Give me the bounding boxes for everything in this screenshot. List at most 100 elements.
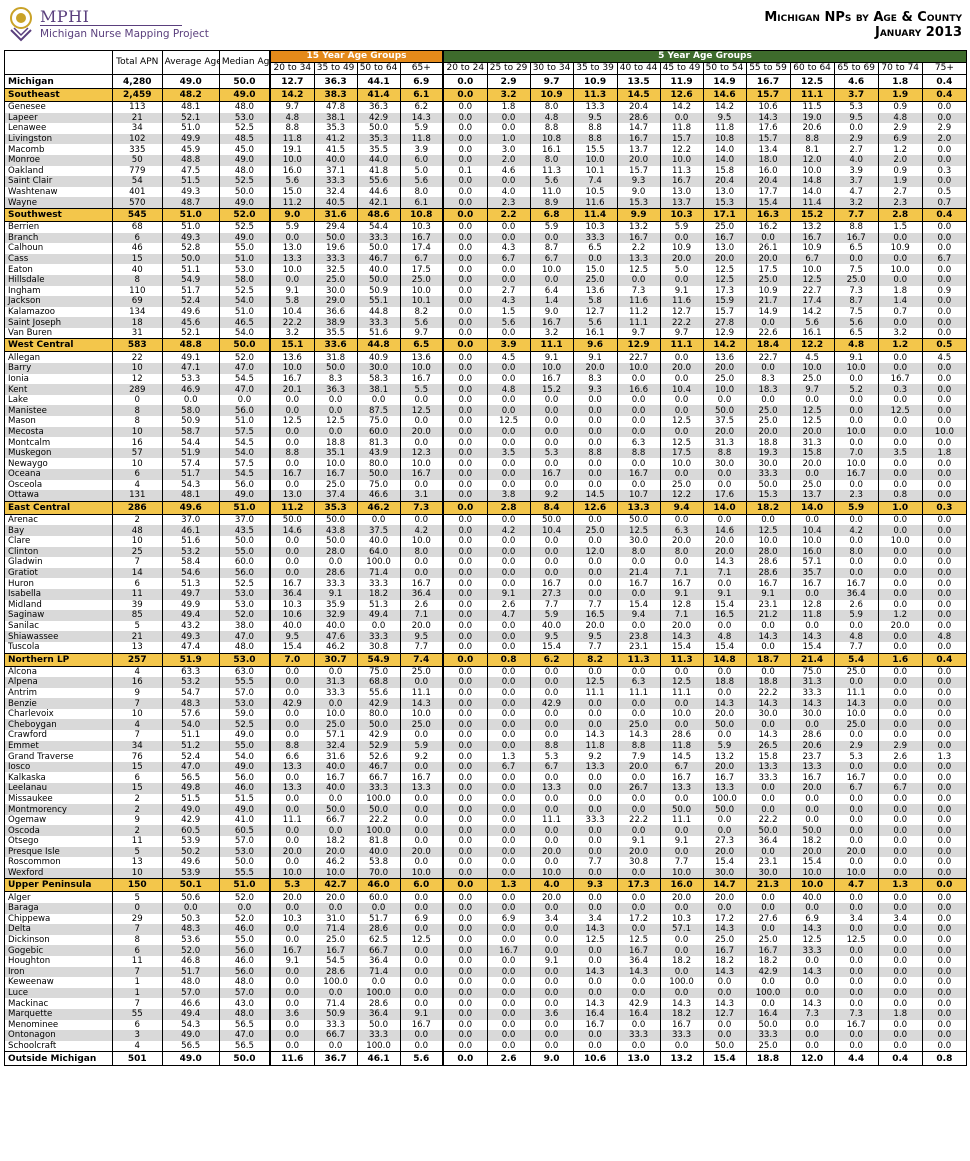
cell-value: 10.0	[313, 458, 358, 469]
cell-value: 0.0	[529, 687, 574, 699]
cell-value: 50.0	[356, 274, 401, 286]
cell-value: 16.7	[833, 469, 879, 480]
cell-value: 0.0	[529, 793, 574, 805]
cell-value: 4.8	[833, 338, 879, 353]
cell-value: 9.7	[616, 327, 661, 339]
cell-value: 18.3	[745, 384, 791, 395]
cell-value: 40.0	[313, 783, 358, 794]
cell-value: 53.6	[161, 934, 220, 946]
cell-value: 31.3	[789, 437, 835, 448]
county-row: Midland 39 49.9 53.0 10.3 35.9 51.3 2.6 0.0 2.6 7.…	[4, 599, 967, 611]
cell-value: 11.2	[269, 197, 315, 209]
cell-value: 9.3	[572, 384, 618, 395]
cell-value: 100.0	[356, 825, 401, 836]
cell-value: 10	[111, 458, 163, 469]
cell-value: 8.8	[269, 447, 315, 459]
cell-value: 0.0	[442, 867, 488, 879]
cell-value: 15.4	[745, 197, 791, 209]
cell-value: 22.2	[745, 814, 791, 826]
cell-value: 0.0	[616, 458, 661, 469]
county-row: Dickinson 8 53.6 55.0 0.0 25.0 62.5 12.5 0.0 0.0 0…	[4, 934, 967, 946]
cell-value: 40.9	[356, 351, 401, 364]
cell-value: 2.6	[833, 599, 879, 611]
cell-value: 0.0	[921, 373, 967, 385]
cell-value: 0.0	[529, 719, 574, 731]
cell-value: 14.0	[789, 186, 835, 198]
cell-value: 9.2	[399, 751, 444, 762]
cell-value: 0.0	[833, 804, 879, 815]
cell-value: 50.0	[529, 514, 574, 526]
cell-value: 0.7	[877, 306, 923, 318]
cell-value: 42.9	[356, 730, 401, 741]
cell-value: 0.0	[921, 144, 967, 155]
cell-value: 0.0	[659, 902, 704, 914]
cell-value: 0.0	[877, 1030, 923, 1041]
cell-value: 0.0	[877, 567, 923, 579]
cell-value: 33.3	[313, 253, 358, 265]
cell-value: 0.0	[442, 599, 488, 611]
cell-value: 35.3	[313, 500, 358, 515]
cell-value: 54.5	[218, 469, 271, 480]
cell-value: 25.0	[702, 373, 746, 385]
cell-value: 12.5	[572, 934, 618, 946]
county-row: Van Buren 31 52.1 54.0 3.2 35.5 51.6 9.7 0.0 0.0 3…	[4, 327, 967, 339]
cell-value: 0.0	[529, 987, 574, 999]
cell-value: 28.6	[745, 567, 791, 579]
cell-value: 0.0	[921, 857, 967, 868]
cell-value: 11.8	[659, 740, 704, 752]
cell-value: 16.7	[833, 232, 879, 244]
cell-value: 10.0	[833, 867, 879, 879]
cell-value: 7.7	[833, 641, 879, 653]
cell-value: 53.0	[218, 112, 271, 124]
cell-value: 0.0	[269, 998, 315, 1009]
cell-value: 17.3	[702, 285, 746, 297]
header-5yr-band: 40 to 44	[616, 62, 661, 75]
cell-value: 0.0	[313, 666, 358, 678]
cell-value: 4	[111, 479, 163, 491]
cell-value: 16.4	[745, 1008, 791, 1020]
cell-value: 26.7	[616, 783, 661, 794]
cell-value: 0.0	[442, 101, 488, 113]
cell-value: 51.5	[161, 176, 220, 187]
cell-value: 55.0	[218, 546, 271, 558]
cell-value: 0.0	[442, 966, 488, 978]
cell-value: 0.0	[356, 620, 401, 632]
cell-value: 16.7	[702, 232, 746, 244]
cell-value: 13	[111, 641, 163, 653]
cell-value: 1.8	[877, 1008, 923, 1020]
row-label: Huron	[4, 578, 113, 589]
cell-value: 0.0	[529, 977, 574, 988]
cell-value: 53.0	[218, 652, 271, 667]
cell-value: 47.4	[161, 641, 220, 653]
cell-value: 14.5	[659, 751, 704, 762]
cell-value: 51.0	[218, 878, 271, 893]
cell-value: 21	[111, 631, 163, 642]
cell-value: 0.0	[442, 677, 488, 688]
cell-value: 6.7	[921, 253, 967, 265]
cell-value: 16.6	[616, 384, 661, 395]
cell-value: 0.0	[877, 394, 923, 406]
cell-value: 16.7	[486, 945, 531, 956]
cell-value: 57.1	[789, 557, 835, 568]
cell-value: 0.0	[572, 867, 618, 879]
county-row: Sanilac 5 43.2 38.0 40.0 40.0 0.0 20.0 0.0 0.0 40.…	[4, 620, 967, 632]
county-row: Houghton 11 46.8 46.0 9.1 54.5 36.4 0.0 0.0 0.0 9.…	[4, 955, 967, 967]
cell-value: 0.0	[921, 274, 967, 286]
cell-value: 18.2	[789, 836, 835, 847]
cell-value: 0.0	[616, 620, 661, 632]
cell-value: 17.5	[745, 264, 791, 275]
cell-value: 0.0	[442, 274, 488, 286]
header-15yr-band: 20 to 34	[269, 62, 315, 75]
cell-value: 60.0	[356, 891, 401, 903]
cell-value: 8.8	[702, 447, 746, 459]
cell-value: 9.1	[572, 351, 618, 364]
cell-value: 0.0	[442, 641, 488, 653]
cell-value: 49.9	[161, 599, 220, 611]
cell-value: 0.0	[529, 804, 574, 815]
cell-value: 0.0	[921, 934, 967, 946]
cell-value: 31.3	[313, 677, 358, 688]
cell-value: 0.0	[269, 902, 315, 914]
county-row: Gogebic 6 52.0 56.0 16.7 16.7 66.7 0.0 0.0 16.7 0.…	[4, 945, 967, 956]
county-row: Gratiot 14 54.6 56.0 0.0 28.6 71.4 0.0 0.0 0.0 0.0…	[4, 567, 967, 579]
cell-value: 10.0	[745, 535, 791, 547]
